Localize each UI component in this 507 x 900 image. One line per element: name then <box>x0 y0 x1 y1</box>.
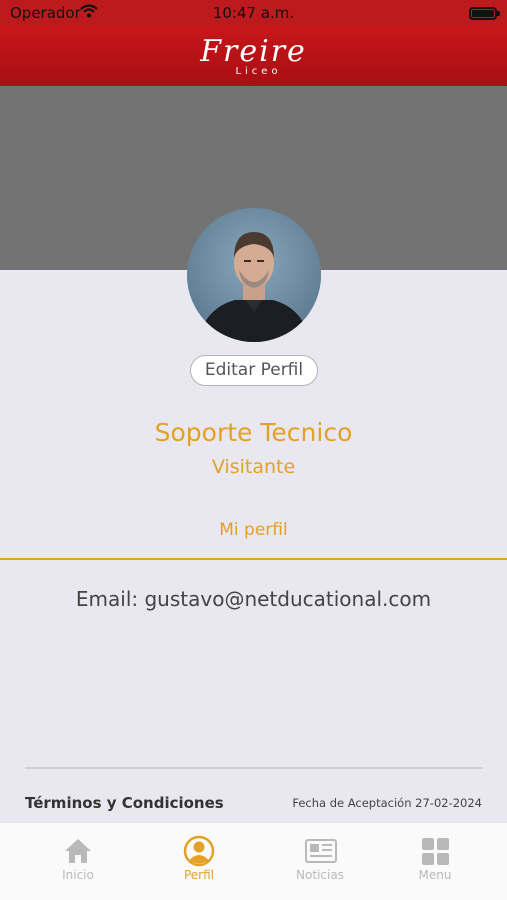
tab-perfil-label: Perfil <box>183 868 215 882</box>
profile-role: Visitante <box>211 456 296 478</box>
grid-icon <box>419 835 451 867</box>
tab-menu-label: Menu <box>418 868 452 882</box>
status-time: 10:47 a.m. <box>212 4 295 22</box>
tab-noticias[interactable]: Noticias <box>257 823 383 893</box>
battery-icon <box>469 7 500 20</box>
tab-inicio[interactable]: Inicio <box>15 823 141 893</box>
app-logo: Freire <box>200 34 307 69</box>
tab-inicio-label: Inicio <box>62 868 94 882</box>
tab-indicator <box>0 558 507 560</box>
tab-menu[interactable]: Menu <box>372 823 498 893</box>
profile-icon <box>183 835 215 867</box>
edit-profile-button[interactable]: Editar Perfil <box>190 355 318 386</box>
profile-name: Soporte Tecnico <box>154 418 353 447</box>
acceptance-date: Fecha de Aceptación 27-02-2024 <box>292 796 482 810</box>
bottom-tab-bar: Inicio Perfil Noticias Menu <box>0 822 507 900</box>
tab-my-profile[interactable]: Mi perfil <box>0 520 507 540</box>
avatar <box>187 208 321 342</box>
status-bar: Operador 10:47 a.m. <box>0 0 507 26</box>
app-logo-subtitle: Liceo <box>235 66 282 77</box>
app-header: Freire Liceo <box>0 26 507 86</box>
tab-perfil[interactable]: Perfil <box>136 823 262 893</box>
divider <box>25 767 483 769</box>
tab-noticias-label: Noticias <box>296 868 344 882</box>
profile-email: Email: gustavo@netducational.com <box>75 587 432 611</box>
newspaper-icon <box>304 835 337 867</box>
home-icon <box>62 835 94 867</box>
terms-link[interactable]: Términos y Condiciones <box>25 794 224 812</box>
